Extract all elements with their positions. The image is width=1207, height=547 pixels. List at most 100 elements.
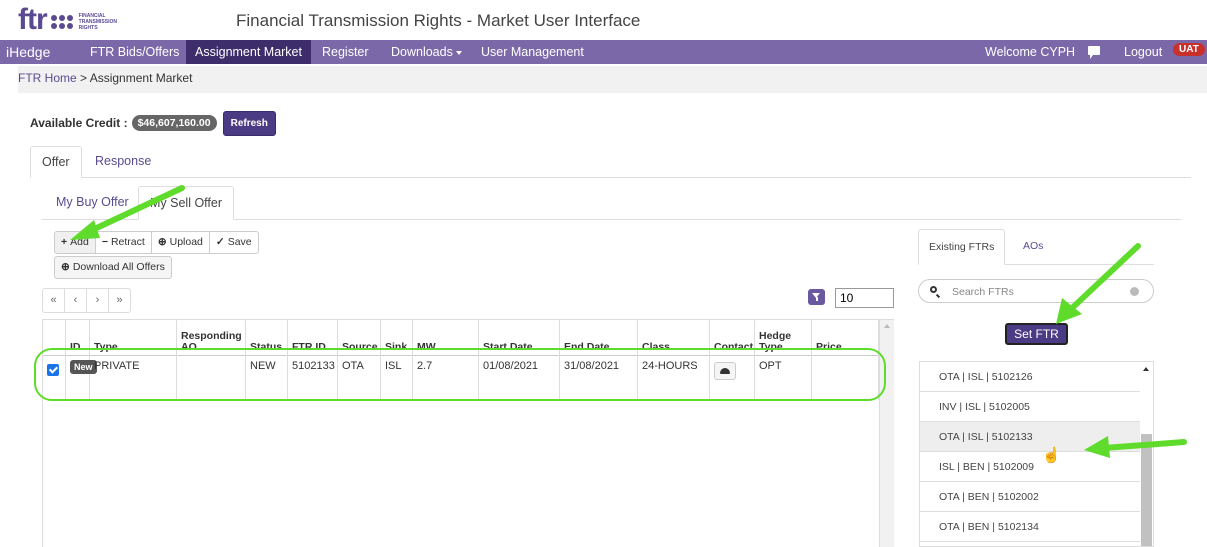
nav-ftr-bids-offers[interactable]: FTR Bids/Offers [88,40,181,64]
source-cell: OTA [338,356,381,400]
breadcrumb: FTR Home > Assignment Market [18,66,1207,93]
table-row[interactable]: New PRIVATE NEW 5102133 OTA ISL 2.7 01/0… [43,356,879,400]
chat-icon[interactable] [1088,46,1100,59]
grid-header-id[interactable]: ID [66,320,90,356]
pager-next[interactable]: › [86,288,109,313]
list-item-selected[interactable]: OTA | ISL | 5102133 [920,422,1142,452]
contact-cell [710,356,755,400]
pager-last[interactable]: » [108,288,131,313]
credit-label: Available Credit : [30,116,128,130]
list-scrollbar[interactable] [1140,362,1153,546]
retract-button[interactable]: − Retract [94,231,152,254]
offers-grid: ID Type Responding AO Status FTR ID Sour… [42,319,894,547]
logo-dots-icon [50,15,73,29]
existing-ftr-list: OTA | ISL | 5102126 INV | ISL | 5102005 … [919,361,1154,547]
filter-icon[interactable] [808,289,825,305]
row-select-cell [43,356,66,400]
grid-header-select [43,320,66,356]
list-item[interactable]: OTA | BEN | 5102134 [920,512,1142,542]
grid-header-hedge-type[interactable]: Hedge Type [755,320,812,356]
logo-wordmark: ftr [18,3,48,36]
upload-button[interactable]: ⊕ Upload [150,231,210,254]
grid-header-source[interactable]: Source [338,320,381,356]
ftr-logo: ftr FINANCIAL TRANSMISSION RIGHTS [18,3,117,36]
clear-icon[interactable] [1130,287,1139,296]
upload-label: Upload [169,236,203,248]
list-item[interactable]: OTA | BEN | 5102002 [920,482,1142,512]
row-checkbox[interactable] [47,364,59,376]
top-header: ftr FINANCIAL TRANSMISSION RIGHTS Financ… [0,0,1207,40]
refresh-button[interactable]: Refresh [222,110,276,136]
plus-icon: + [61,236,68,248]
download-icon: ⊕ [61,261,70,273]
scroll-up-icon[interactable] [884,324,890,328]
grid-header-class[interactable]: Class [638,320,710,356]
status-cell: NEW [246,356,288,400]
set-ftr-button[interactable]: Set FTR [1005,323,1068,345]
class-cell: 24-HOURS [638,356,710,400]
grid-header-start-date[interactable]: Start Date [479,320,560,356]
list-item[interactable]: OTA | ISL | 5102126 [920,362,1142,392]
page-size-input[interactable] [835,288,894,308]
list-item[interactable]: INV | ISL | 5102005 [920,392,1142,422]
grid-header-status[interactable]: Status [246,320,288,356]
retract-label: Retract [110,236,145,248]
grid-header: ID Type Responding AO Status FTR ID Sour… [43,320,879,356]
tab-existing-ftrs[interactable]: Existing FTRs [918,229,1006,265]
responding-ao-cell [177,356,246,400]
tab-my-buy-offer[interactable]: My Buy Offer [45,186,140,220]
scroll-thumb[interactable] [1141,434,1152,546]
grid-header-sink[interactable]: Sink [381,320,413,356]
nav-assignment-market[interactable]: Assignment Market [186,40,311,64]
logout-link[interactable]: Logout [1122,40,1164,64]
pager-first[interactable]: « [42,288,65,313]
nav-register[interactable]: Register [320,40,371,64]
right-panel-tabs: Existing FTRs AOs [918,229,1154,265]
add-label: Add [70,236,89,248]
grid-header-ftr-id[interactable]: FTR ID [288,320,338,356]
nav-downloads-label: Downloads [391,45,453,59]
nav-downloads[interactable]: Downloads [389,40,464,64]
tab-aos[interactable]: AOs [1013,229,1053,265]
download-all-label: Download All Offers [72,261,165,273]
nav-user-management[interactable]: User Management [479,40,586,64]
scroll-up-icon[interactable] [1143,367,1149,371]
list-item[interactable]: ISL | BEN | 5102009 [920,452,1142,482]
grid-header-type[interactable]: Type [90,320,177,356]
hand-cursor-icon: ☝ [1042,447,1061,464]
search-ftrs-input[interactable] [952,283,1122,300]
search-ftrs-box [918,279,1154,303]
mw-cell: 2.7 [413,356,479,400]
breadcrumb-home[interactable]: FTR Home [18,71,77,85]
price-cell [812,356,879,400]
upload-icon: ⊕ [157,236,167,248]
tab-my-sell-offer[interactable]: My Sell Offer [138,186,235,220]
sub-tabs: My Buy Offer My Sell Offer [42,186,1181,220]
hedge-type-cell: OPT [755,356,812,400]
tab-response[interactable]: Response [84,146,162,178]
welcome-user: Welcome CYPH [985,45,1076,59]
phone-icon[interactable] [714,362,736,380]
grid-header-mw[interactable]: MW [413,320,479,356]
pager-prev[interactable]: ‹ [64,288,87,313]
save-button[interactable]: ✓ Save [208,231,259,254]
grid-header-price[interactable]: Price [812,320,879,356]
offer-toolbar: + Add − Retract ⊕ Upload ✓ Save [54,231,259,254]
add-button[interactable]: + Add [54,231,96,254]
grid-header-contact[interactable]: Contact [710,320,755,356]
main-tabs: Offer Response [30,146,1191,178]
tab-offer[interactable]: Offer [30,146,82,178]
grid-header-responding-ao[interactable]: Responding AO [177,320,246,356]
ftr-id-cell: 5102133 [288,356,338,400]
download-all-offers-button[interactable]: ⊕ Download All Offers [54,256,172,279]
search-icon [930,286,937,293]
credit-amount-badge: $46,607,160.00 [131,115,217,131]
logo-subtext-line: RIGHTS [78,25,98,31]
grid-header-end-date[interactable]: End Date [560,320,638,356]
nav-brand[interactable]: iHedge [4,40,52,64]
grid-scrollbar[interactable] [879,320,894,547]
sink-cell: ISL [381,356,413,400]
save-label: Save [227,236,252,248]
end-date-cell: 31/08/2021 [560,356,638,400]
pager: « ‹ › » [42,288,131,313]
